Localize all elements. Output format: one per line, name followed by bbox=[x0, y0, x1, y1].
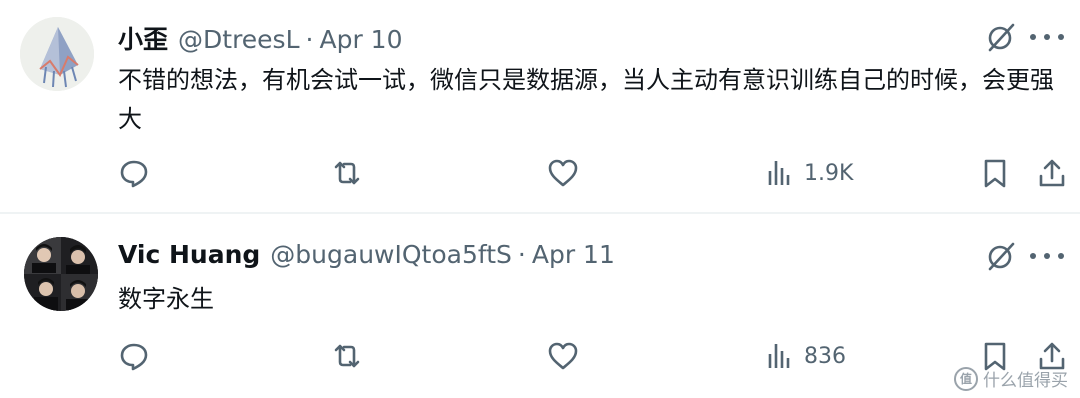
user-handle[interactable]: @bugauwIQtoa5ftS bbox=[270, 240, 512, 269]
action-bar: 1.9K bbox=[0, 155, 1080, 191]
views-icon bbox=[768, 344, 790, 368]
tweet-date[interactable]: Apr 10 bbox=[319, 25, 402, 54]
more-icon[interactable] bbox=[1030, 22, 1064, 52]
views-icon bbox=[768, 161, 790, 185]
repost-icon bbox=[334, 161, 360, 185]
reply-icon bbox=[120, 160, 148, 188]
bookmark-button[interactable] bbox=[979, 155, 1011, 191]
user-handle[interactable]: @DtreesL bbox=[178, 25, 300, 54]
tweet[interactable]: Vic Huang @bugauwIQtoa5ftS · Apr 11 数字永生… bbox=[0, 214, 1080, 398]
watermark-logo: 值 bbox=[954, 366, 978, 391]
display-name[interactable]: Vic Huang bbox=[118, 240, 260, 269]
repost-button[interactable] bbox=[331, 155, 363, 191]
tweet-date[interactable]: Apr 11 bbox=[532, 240, 615, 269]
tweet-header: Vic Huang @bugauwIQtoa5ftS · Apr 11 bbox=[118, 240, 615, 269]
views-button[interactable]: 1.9K bbox=[764, 155, 853, 191]
repost-button[interactable] bbox=[331, 338, 363, 374]
tweet-header: 小歪 @DtreesL · Apr 10 bbox=[118, 20, 402, 56]
like-button[interactable] bbox=[547, 155, 579, 191]
like-icon bbox=[548, 159, 578, 187]
reply-icon bbox=[120, 343, 148, 371]
views-count: 1.9K bbox=[804, 160, 854, 186]
tweet[interactable]: 小歪 @DtreesL · Apr 10 不错的想法，有机会试一试，微信只是数据… bbox=[0, 0, 1080, 212]
action-bar: 836 bbox=[0, 338, 1080, 374]
like-icon bbox=[548, 342, 578, 370]
bookmark-icon bbox=[984, 159, 1006, 188]
grok-icon[interactable] bbox=[986, 22, 1016, 52]
tweet-text: 数字永生 bbox=[118, 285, 214, 313]
share-button[interactable] bbox=[1036, 155, 1068, 191]
watermark: 值 什么值得买 bbox=[954, 366, 1068, 391]
watermark-text: 什么值得买 bbox=[983, 371, 1068, 391]
user-avatar[interactable] bbox=[20, 17, 94, 91]
display-name[interactable]: 小歪 bbox=[118, 20, 168, 56]
reply-button[interactable] bbox=[118, 155, 150, 191]
repost-icon bbox=[334, 344, 360, 368]
like-button[interactable] bbox=[547, 338, 579, 374]
user-avatar[interactable] bbox=[24, 237, 98, 311]
views-count: 836 bbox=[804, 343, 846, 369]
more-icon[interactable] bbox=[1030, 241, 1064, 271]
share-icon bbox=[1039, 159, 1065, 187]
reply-button[interactable] bbox=[118, 338, 150, 374]
separator-dot: · bbox=[305, 25, 314, 54]
separator-dot: · bbox=[517, 240, 526, 269]
tweet-text: 不错的想法，有机会试一试，微信只是数据源，当人主动有意识训练自己的时候，会更强大 bbox=[118, 66, 1054, 133]
views-button[interactable]: 836 bbox=[764, 338, 846, 374]
grok-icon[interactable] bbox=[986, 241, 1016, 271]
